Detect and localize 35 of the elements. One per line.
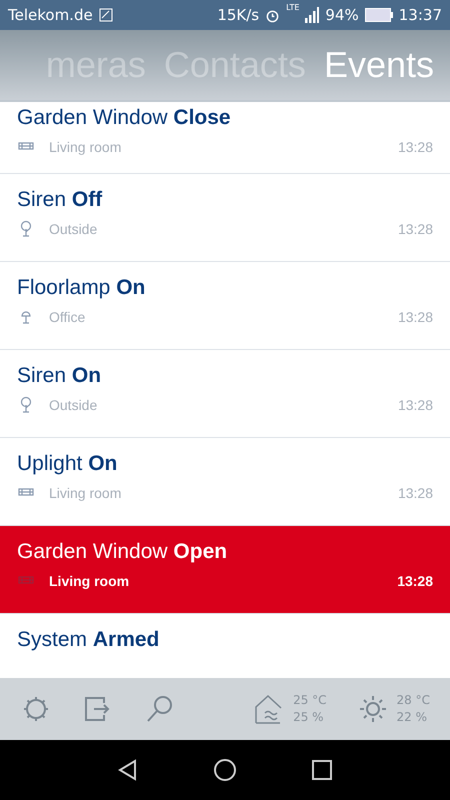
event-title: Siren Off (17, 188, 102, 212)
event-title: Garden Window Close (17, 106, 231, 130)
humidity-reading: 22 % (396, 709, 428, 726)
network-label: LTE (286, 3, 300, 12)
humidity-reading: 25 % (293, 709, 325, 726)
event-title: System Armed (17, 628, 160, 652)
event-time: 13:28 (397, 573, 433, 589)
event-time: 13:28 (398, 221, 433, 237)
room-label: Outside (49, 397, 98, 413)
battery-icon (364, 8, 393, 22)
home-icon[interactable] (212, 758, 237, 782)
carrier-name: Telekom.de (8, 6, 93, 24)
signal-icon (305, 7, 320, 23)
image-icon (98, 8, 113, 22)
room-label: Outside (49, 221, 98, 237)
recents-icon[interactable] (310, 758, 334, 782)
temperature-reading: 25 °C (293, 692, 327, 709)
event-row[interactable]: Garden Window Open Living room 13:28 (0, 526, 450, 614)
event-title: Uplight On (17, 452, 118, 476)
room-label: Living room (49, 139, 122, 155)
clock: 13:37 (398, 6, 442, 24)
room-label: Living room (49, 485, 122, 501)
event-time: 13:28 (398, 397, 433, 413)
network-speed: 15K/s (217, 6, 260, 24)
room-label: Living room (49, 573, 130, 589)
event-title: Floorlamp On (17, 276, 146, 300)
alarm-icon (265, 8, 280, 22)
event-time: 13:28 (398, 485, 433, 501)
event-title: Siren On (17, 364, 102, 388)
room-label: Office (49, 309, 86, 325)
event-time: 13:28 (398, 139, 433, 155)
event-title: Garden Window Open (17, 540, 228, 564)
battery-level: 94% (325, 6, 359, 24)
event-time: 13:28 (398, 309, 433, 325)
temperature-reading: 28 °C (396, 692, 430, 709)
